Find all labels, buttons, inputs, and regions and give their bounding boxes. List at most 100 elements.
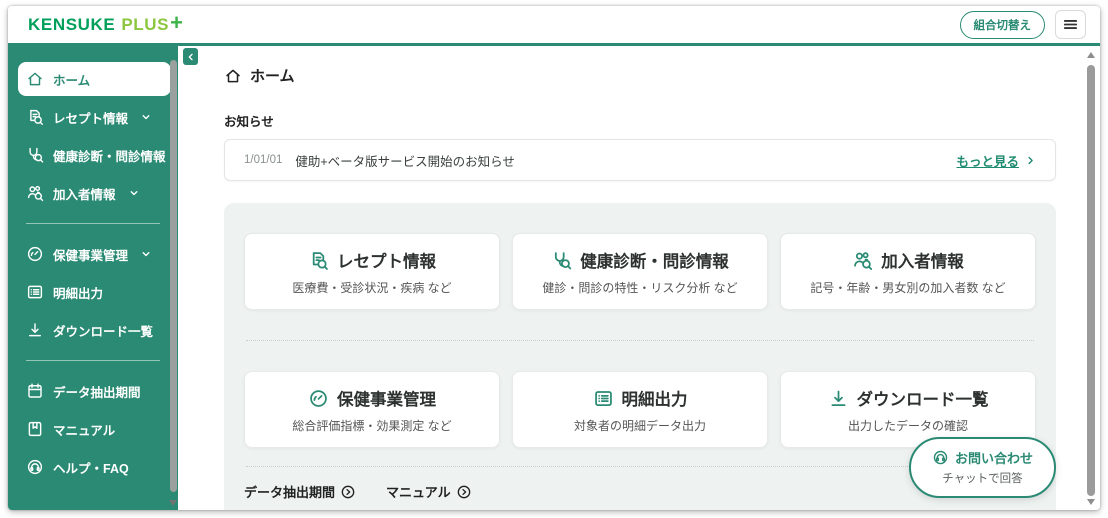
sidebar-item-stethoscope-search[interactable]: 健康診断・問診情報 xyxy=(8,138,169,172)
card-subtitle: 出力したデータの確認 xyxy=(847,419,968,433)
stethoscope-search-icon xyxy=(26,146,44,164)
card-subtitle: 記号・年齢・男女別の加入者数 など xyxy=(810,281,1006,295)
list-icon xyxy=(593,388,614,409)
card-title-row: 健康診断・問診情報 xyxy=(521,248,759,272)
sidebar-item-label: ダウンロード一覧 xyxy=(53,324,154,339)
card-title-row: レセプト情報 xyxy=(253,248,491,272)
sidebar-item-label: ホーム xyxy=(53,73,91,88)
content-frame: ホーム レセプト情報 健康診断・問診情報 加入者情報 保健事業管理 明細出力 ダウンロード一… xyxy=(8,43,1100,510)
top-header: KENSUKE PLUS + 組合切替え xyxy=(8,6,1100,43)
see-more-link[interactable]: もっと見る xyxy=(956,151,1036,170)
see-more-label: もっと見る xyxy=(956,154,1019,169)
content-scrollbar xyxy=(1086,50,1096,507)
card-subtitle: 医療費・受診状況・疾病 など xyxy=(292,281,452,295)
notice-section-label: お知らせ xyxy=(224,115,274,129)
stethoscope-search-icon xyxy=(551,250,572,271)
sidebar-item-label: レセプト情報 xyxy=(53,111,129,126)
card-title: ダウンロード一覧 xyxy=(856,391,989,409)
scrollbar-up-arrow[interactable] xyxy=(1087,52,1095,58)
quick-link-label: データ抽出期間 xyxy=(244,485,336,500)
people-search-icon xyxy=(26,184,44,202)
hamburger-icon xyxy=(1062,16,1079,33)
chat-widget-title: お問い合わせ xyxy=(954,451,1033,466)
card-subtitle: 対象者の明細データ出力 xyxy=(573,419,706,433)
sidebar-item-label: ヘルプ・FAQ xyxy=(53,461,129,476)
sidebar-item-gauge[interactable]: 保健事業管理 xyxy=(8,237,169,271)
sidebar-item-label: 保健事業管理 xyxy=(53,248,129,263)
dotted-divider xyxy=(246,340,1034,341)
notice-text: 健助+ベータ版サービス開始のお知らせ xyxy=(295,154,515,169)
notice-list-item[interactable]: 1/01/01 健助+ベータ版サービス開始のお知らせ もっと見る xyxy=(224,139,1056,181)
calendar-icon xyxy=(26,382,44,400)
chevron-down-icon xyxy=(140,111,152,123)
sidebar-item-label: 明細出力 xyxy=(53,286,104,301)
card-title-row: ダウンロード一覧 xyxy=(789,386,1027,410)
sidebar-item-label: マニュアル xyxy=(53,423,116,438)
sidebar-item-receipt-search[interactable]: レセプト情報 xyxy=(8,100,169,134)
sidebar-item-label: 健康診断・問診情報 xyxy=(53,149,166,164)
receipt-search-icon xyxy=(26,108,44,126)
chevron-down-icon xyxy=(128,187,140,199)
sidebar-item-people-search[interactable]: 加入者情報 xyxy=(8,176,169,210)
card-title-row: 保健事業管理 xyxy=(253,386,491,410)
logo-text-primary: KENSUKE xyxy=(28,14,116,34)
feature-card-list[interactable]: 明細出力対象者の明細データ出力 xyxy=(512,371,768,448)
sidebar-item-label: 加入者情報 xyxy=(53,187,116,202)
card-title: レセプト情報 xyxy=(337,253,436,271)
headset-icon xyxy=(932,449,949,466)
sidebar-scrollbar-thumb[interactable] xyxy=(170,60,177,492)
scrollbar-thumb[interactable] xyxy=(1087,65,1095,496)
headset-icon xyxy=(26,458,44,476)
receipt-search-icon xyxy=(308,250,329,271)
sidebar-item-home[interactable]: ホーム xyxy=(18,62,171,96)
sidebar-item-download[interactable]: ダウンロード一覧 xyxy=(8,313,169,347)
card-title: 保健事業管理 xyxy=(337,391,436,409)
sidebar-nav: ホームレセプト情報健康診断・問診情報 加入者情報保健事業管理 明細出力ダウンロード一… xyxy=(8,62,178,484)
home-icon xyxy=(26,70,44,88)
logo-text-secondary: PLUS xyxy=(121,14,170,34)
sidebar-item-label: データ抽出期間 xyxy=(53,385,141,400)
download-icon xyxy=(26,321,44,339)
card-subtitle: 総合評価指標・効果測定 など xyxy=(292,419,452,433)
scrollbar-down-arrow[interactable] xyxy=(1087,499,1095,505)
feature-card-receipt-search[interactable]: レセプト情報医療費・受診状況・疾病 など xyxy=(244,233,500,310)
sidebar-item-headset[interactable]: ヘルプ・FAQ xyxy=(8,450,169,484)
sidebar-scroll-down-arrow[interactable] xyxy=(169,500,177,506)
card-title: 明細出力 xyxy=(621,391,688,409)
hamburger-menu-button[interactable] xyxy=(1055,10,1086,39)
header-actions: 組合切替え xyxy=(959,10,1086,39)
sidebar: ホームレセプト情報健康診断・問診情報 加入者情報保健事業管理 明細出力ダウンロード一… xyxy=(8,46,178,510)
card-subtitle: 健診・問診の特性・リスク分析 など xyxy=(542,281,738,295)
gauge-icon xyxy=(26,245,44,263)
chevron-left-icon xyxy=(186,52,196,62)
quick-link[interactable]: マニュアル xyxy=(386,482,472,501)
feature-card-stethoscope-search[interactable]: 健康診断・問診情報健診・問診の特性・リスク分析 など xyxy=(512,233,768,310)
quick-link[interactable]: データ抽出期間 xyxy=(244,482,356,501)
sidebar-collapse-button[interactable] xyxy=(183,48,198,65)
chevron-right-icon xyxy=(1025,155,1036,166)
sidebar-divider xyxy=(26,223,160,224)
chevron-down-icon xyxy=(140,248,152,260)
circle-chevron-right-icon xyxy=(456,484,472,500)
sidebar-item-list[interactable]: 明細出力 xyxy=(8,275,169,309)
card-title: 加入者情報 xyxy=(881,253,964,271)
union-switch-button[interactable]: 組合切替え xyxy=(959,10,1045,39)
app-window: KENSUKE PLUS + 組合切替え ホーム レセプト情報 健康診断・問診情報加… xyxy=(8,6,1100,510)
sidebar-item-manual[interactable]: マニュアル xyxy=(8,412,169,446)
feature-card-gauge[interactable]: 保健事業管理総合評価指標・効果測定 など xyxy=(244,371,500,448)
list-icon xyxy=(26,283,44,301)
cards-row-2: 保健事業管理 総合評価指標・効果測定 など 明細出力 対象者の明細データ出力 ダウンロー… xyxy=(244,371,1036,448)
manual-icon xyxy=(26,420,44,438)
contact-chat-widget[interactable]: お問い合わせ チャットで回答 xyxy=(908,437,1056,498)
people-search-icon xyxy=(852,250,873,271)
page-title-row: ホーム xyxy=(224,65,1056,86)
quick-link-label: マニュアル xyxy=(386,485,451,500)
sidebar-divider xyxy=(26,360,160,361)
logo-plus-icon: + xyxy=(170,9,184,35)
circle-chevron-right-icon xyxy=(340,484,356,500)
sidebar-item-calendar[interactable]: データ抽出期間 xyxy=(8,374,169,408)
app-logo: KENSUKE PLUS + xyxy=(28,9,184,36)
chat-widget-subtitle: チャットで回答 xyxy=(942,473,1023,485)
home-icon xyxy=(224,67,242,85)
feature-card-people-search[interactable]: 加入者情報記号・年齢・男女別の加入者数 など xyxy=(780,233,1036,310)
